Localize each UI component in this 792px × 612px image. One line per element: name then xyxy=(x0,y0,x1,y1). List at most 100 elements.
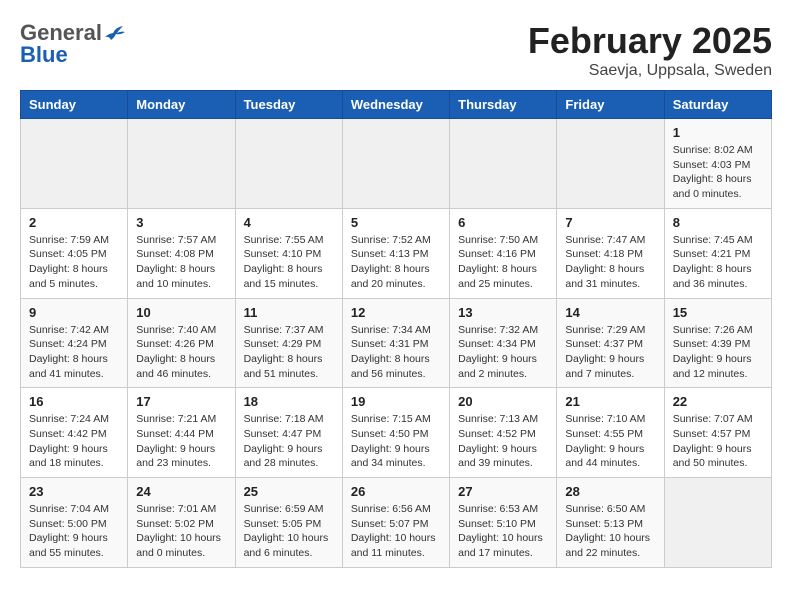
day-number: 18 xyxy=(244,394,334,409)
day-number: 21 xyxy=(565,394,655,409)
calendar-cell: 12Sunrise: 7:34 AM Sunset: 4:31 PM Dayli… xyxy=(342,298,449,388)
calendar-cell: 7Sunrise: 7:47 AM Sunset: 4:18 PM Daylig… xyxy=(557,208,664,298)
day-info: Sunrise: 8:02 AM Sunset: 4:03 PM Dayligh… xyxy=(673,143,763,202)
calendar-cell xyxy=(128,119,235,209)
calendar-cell xyxy=(450,119,557,209)
calendar-cell: 8 Sunrise: 7:45 AM Sunset: 4:21 PM Daylig… xyxy=(664,208,771,298)
calendar-cell: 4 Sunrise: 7:55 AM Sunset: 4:10 PM Daylig… xyxy=(235,208,342,298)
calendar-cell xyxy=(342,119,449,209)
day-number: 13 xyxy=(458,305,548,320)
month-title: February 2025 xyxy=(528,20,772,62)
calendar-cell: 5Sunrise: 7:52 AM Sunset: 4:13 PM Daylig… xyxy=(342,208,449,298)
day-info: Sunrise: 6:53 AM Sunset: 5:10 PM Dayligh… xyxy=(458,502,548,561)
day-number: 6 xyxy=(458,215,548,230)
day-info: Sunrise: 7:42 AM Sunset: 4:24 PM Dayligh… xyxy=(29,323,119,382)
day-number: 15 xyxy=(673,305,763,320)
calendar-cell: 25Sunrise: 6:59 AM Sunset: 5:05 PM Dayli… xyxy=(235,478,342,568)
calendar-cell: 21 Sunrise: 7:10 AM Sunset: 4:55 PM Dayli… xyxy=(557,388,664,478)
calendar-cell: 17 Sunrise: 7:21 AM Sunset: 4:44 PM Dayli… xyxy=(128,388,235,478)
calendar-cell: 27 Sunrise: 6:53 AM Sunset: 5:10 PM Dayli… xyxy=(450,478,557,568)
weekday-header: Wednesday xyxy=(342,91,449,119)
logo: General Blue xyxy=(20,20,125,68)
calendar-week-row: 23 Sunrise: 7:04 AM Sunset: 5:00 PM Dayli… xyxy=(21,478,772,568)
weekday-header: Saturday xyxy=(664,91,771,119)
day-info: Sunrise: 7:57 AM Sunset: 4:08 PM Dayligh… xyxy=(136,233,226,292)
logo-bird-icon xyxy=(103,25,125,41)
header: General Blue February 2025 Saevja, Uppsa… xyxy=(20,20,772,80)
day-info: Sunrise: 7:10 AM Sunset: 4:55 PM Dayligh… xyxy=(565,412,655,471)
calendar-cell: 1 Sunrise: 8:02 AM Sunset: 4:03 PM Daylig… xyxy=(664,119,771,209)
day-info: Sunrise: 7:40 AM Sunset: 4:26 PM Dayligh… xyxy=(136,323,226,382)
weekday-header: Monday xyxy=(128,91,235,119)
day-number: 8 xyxy=(673,215,763,230)
day-info: Sunrise: 7:26 AM Sunset: 4:39 PM Dayligh… xyxy=(673,323,763,382)
day-info: Sunrise: 7:01 AM Sunset: 5:02 PM Dayligh… xyxy=(136,502,226,561)
calendar-header-row: SundayMondayTuesdayWednesdayThursdayFrid… xyxy=(21,91,772,119)
calendar-cell: 18Sunrise: 7:18 AM Sunset: 4:47 PM Dayli… xyxy=(235,388,342,478)
day-info: Sunrise: 7:21 AM Sunset: 4:44 PM Dayligh… xyxy=(136,412,226,471)
day-info: Sunrise: 7:24 AM Sunset: 4:42 PM Dayligh… xyxy=(29,412,119,471)
calendar-cell: 15 Sunrise: 7:26 AM Sunset: 4:39 PM Dayli… xyxy=(664,298,771,388)
day-number: 27 xyxy=(458,484,548,499)
calendar-cell xyxy=(664,478,771,568)
calendar-cell: 11Sunrise: 7:37 AM Sunset: 4:29 PM Dayli… xyxy=(235,298,342,388)
calendar-cell: 16 Sunrise: 7:24 AM Sunset: 4:42 PM Dayli… xyxy=(21,388,128,478)
calendar-week-row: 2 Sunrise: 7:59 AM Sunset: 4:05 PM Daylig… xyxy=(21,208,772,298)
day-info: Sunrise: 7:29 AM Sunset: 4:37 PM Dayligh… xyxy=(565,323,655,382)
day-info: Sunrise: 7:07 AM Sunset: 4:57 PM Dayligh… xyxy=(673,412,763,471)
weekday-header: Sunday xyxy=(21,91,128,119)
day-number: 28 xyxy=(565,484,655,499)
calendar-cell: 10 Sunrise: 7:40 AM Sunset: 4:26 PM Dayli… xyxy=(128,298,235,388)
day-info: Sunrise: 7:59 AM Sunset: 4:05 PM Dayligh… xyxy=(29,233,119,292)
calendar-cell xyxy=(21,119,128,209)
calendar-cell: 9 Sunrise: 7:42 AM Sunset: 4:24 PM Daylig… xyxy=(21,298,128,388)
calendar-cell: 26 Sunrise: 6:56 AM Sunset: 5:07 PM Dayli… xyxy=(342,478,449,568)
calendar-week-row: 1 Sunrise: 8:02 AM Sunset: 4:03 PM Daylig… xyxy=(21,119,772,209)
calendar: SundayMondayTuesdayWednesdayThursdayFrid… xyxy=(20,90,772,568)
day-info: Sunrise: 7:45 AM Sunset: 4:21 PM Dayligh… xyxy=(673,233,763,292)
calendar-week-row: 9 Sunrise: 7:42 AM Sunset: 4:24 PM Daylig… xyxy=(21,298,772,388)
calendar-cell xyxy=(557,119,664,209)
day-info: Sunrise: 7:13 AM Sunset: 4:52 PM Dayligh… xyxy=(458,412,548,471)
day-number: 22 xyxy=(673,394,763,409)
day-number: 17 xyxy=(136,394,226,409)
calendar-cell: 24 Sunrise: 7:01 AM Sunset: 5:02 PM Dayli… xyxy=(128,478,235,568)
day-number: 4 xyxy=(244,215,334,230)
day-number: 10 xyxy=(136,305,226,320)
weekday-header: Tuesday xyxy=(235,91,342,119)
calendar-cell: 20 Sunrise: 7:13 AM Sunset: 4:52 PM Dayli… xyxy=(450,388,557,478)
day-number: 23 xyxy=(29,484,119,499)
day-info: Sunrise: 6:59 AM Sunset: 5:05 PM Dayligh… xyxy=(244,502,334,561)
weekday-header: Thursday xyxy=(450,91,557,119)
day-number: 3 xyxy=(136,215,226,230)
title-area: February 2025 Saevja, Uppsala, Sweden xyxy=(528,20,772,80)
calendar-cell: 6Sunrise: 7:50 AM Sunset: 4:16 PM Daylig… xyxy=(450,208,557,298)
day-number: 26 xyxy=(351,484,441,499)
day-number: 1 xyxy=(673,125,763,140)
day-info: Sunrise: 7:04 AM Sunset: 5:00 PM Dayligh… xyxy=(29,502,119,561)
day-number: 14 xyxy=(565,305,655,320)
day-info: Sunrise: 7:15 AM Sunset: 4:50 PM Dayligh… xyxy=(351,412,441,471)
calendar-cell: 23 Sunrise: 7:04 AM Sunset: 5:00 PM Dayli… xyxy=(21,478,128,568)
day-number: 16 xyxy=(29,394,119,409)
calendar-cell: 13 Sunrise: 7:32 AM Sunset: 4:34 PM Dayli… xyxy=(450,298,557,388)
day-info: Sunrise: 6:56 AM Sunset: 5:07 PM Dayligh… xyxy=(351,502,441,561)
weekday-header: Friday xyxy=(557,91,664,119)
calendar-cell: 22 Sunrise: 7:07 AM Sunset: 4:57 PM Dayli… xyxy=(664,388,771,478)
day-number: 20 xyxy=(458,394,548,409)
day-info: Sunrise: 7:47 AM Sunset: 4:18 PM Dayligh… xyxy=(565,233,655,292)
day-info: Sunrise: 7:37 AM Sunset: 4:29 PM Dayligh… xyxy=(244,323,334,382)
calendar-cell: 3 Sunrise: 7:57 AM Sunset: 4:08 PM Daylig… xyxy=(128,208,235,298)
day-number: 9 xyxy=(29,305,119,320)
calendar-week-row: 16 Sunrise: 7:24 AM Sunset: 4:42 PM Dayli… xyxy=(21,388,772,478)
logo-blue: Blue xyxy=(20,42,68,68)
day-info: Sunrise: 7:32 AM Sunset: 4:34 PM Dayligh… xyxy=(458,323,548,382)
calendar-cell xyxy=(235,119,342,209)
day-info: Sunrise: 6:50 AM Sunset: 5:13 PM Dayligh… xyxy=(565,502,655,561)
day-number: 24 xyxy=(136,484,226,499)
day-info: Sunrise: 7:55 AM Sunset: 4:10 PM Dayligh… xyxy=(244,233,334,292)
day-info: Sunrise: 7:34 AM Sunset: 4:31 PM Dayligh… xyxy=(351,323,441,382)
day-number: 5 xyxy=(351,215,441,230)
calendar-cell: 28 Sunrise: 6:50 AM Sunset: 5:13 PM Dayli… xyxy=(557,478,664,568)
day-number: 2 xyxy=(29,215,119,230)
